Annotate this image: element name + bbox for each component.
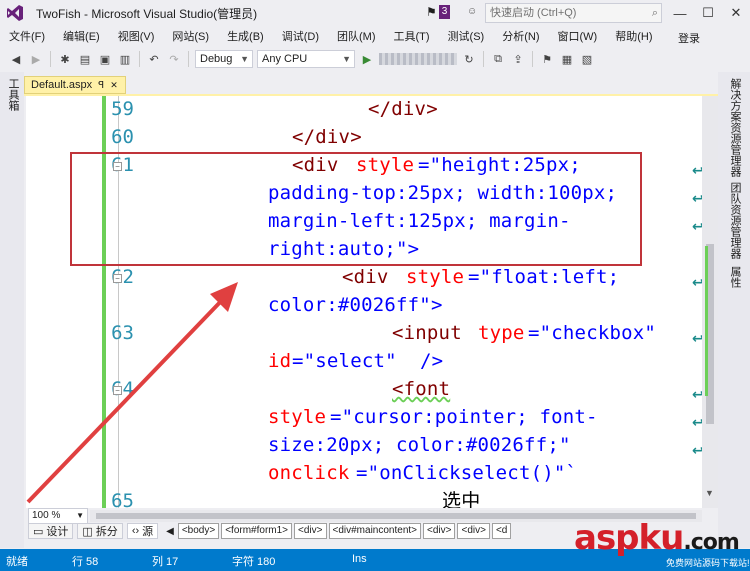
- scrollbar-change-marker: [705, 246, 708, 396]
- login-link[interactable]: 登录: [678, 30, 700, 46]
- solution-explorer-tab[interactable]: 解决方案资源管理器: [727, 78, 743, 177]
- watermark-brand: aspku: [574, 518, 684, 558]
- minimize-button[interactable]: —: [666, 0, 694, 26]
- toolbar-separator: [139, 51, 140, 67]
- title-bar: TwoFish - Microsoft Visual Studio(管理员) ⚑…: [0, 0, 750, 26]
- annotation-arrow: [26, 282, 238, 504]
- chevron-down-icon: ▼: [240, 54, 249, 64]
- breadcrumb-item[interactable]: <div>: [423, 523, 456, 539]
- notifications[interactable]: ⚑ 3: [426, 5, 451, 19]
- start-debugging-icon[interactable]: ▶: [359, 51, 375, 67]
- browser-link-icon[interactable]: ⧉: [490, 51, 506, 67]
- save-icon[interactable]: ▣: [97, 51, 113, 67]
- design-view-button[interactable]: ▭ 设计: [28, 523, 74, 539]
- platform-value: Any CPU: [262, 53, 308, 65]
- menu-bar: 文件(F) 编辑(E) 视图(V) 网站(S) 生成(B) 调试(D) 团队(M…: [0, 26, 750, 46]
- save-all-icon[interactable]: ▥: [117, 51, 133, 67]
- menu-tools[interactable]: 工具(T): [385, 28, 439, 44]
- maximize-button[interactable]: ☐: [694, 0, 722, 26]
- source-icon: ‹›: [131, 525, 140, 537]
- breadcrumb-item[interactable]: <body>: [177, 523, 220, 539]
- left-tool-strip: 工具箱: [0, 72, 24, 548]
- toolbar-separator: [483, 51, 484, 67]
- status-line: 行 58: [72, 556, 99, 568]
- refresh-icon[interactable]: ↻: [461, 51, 477, 67]
- tab-default-aspx[interactable]: Default.aspx ꟼ ✕: [24, 76, 126, 94]
- scroll-down-icon[interactable]: ▼: [705, 488, 714, 498]
- open-file-icon[interactable]: ▤: [77, 51, 93, 67]
- comment-icon[interactable]: ▦: [559, 51, 575, 67]
- menu-team[interactable]: 团队(M): [328, 28, 385, 44]
- undo-icon[interactable]: ↶: [146, 51, 162, 67]
- breadcrumb-item[interactable]: <d: [491, 523, 512, 539]
- quick-launch-placeholder: 快速启动 (Ctrl+Q): [490, 7, 577, 19]
- watermark-logo: aspku.com: [574, 518, 740, 558]
- window-title: TwoFish - Microsoft Visual Studio(管理员): [36, 6, 258, 21]
- watermark-tld: .com: [683, 530, 739, 555]
- close-button[interactable]: ✕: [722, 0, 750, 26]
- breadcrumb-item[interactable]: <div#maincontent>: [328, 523, 422, 539]
- feedback-icon[interactable]: ☺: [467, 6, 477, 17]
- browser-target-blurred[interactable]: [379, 53, 457, 65]
- menu-analyze[interactable]: 分析(N): [493, 28, 548, 44]
- platform-select[interactable]: Any CPU ▼: [257, 50, 355, 68]
- split-view-button[interactable]: ◫ 拆分: [77, 523, 123, 539]
- split-label: 拆分: [95, 526, 118, 538]
- navigate-forward-icon[interactable]: ▶: [28, 51, 44, 67]
- status-column: 列 17: [152, 556, 179, 568]
- breadcrumb-item[interactable]: <div>: [457, 523, 490, 539]
- properties-tab[interactable]: 属性: [727, 266, 743, 288]
- design-label: 设计: [46, 526, 69, 538]
- toolbar-separator: [532, 51, 533, 67]
- toolbar-separator: [188, 51, 189, 67]
- split-icon: ◫: [82, 525, 93, 538]
- watermark-subtitle: 免费网站源码下载站!: [666, 558, 750, 568]
- search-icon: ⌕: [651, 7, 658, 19]
- navigate-back-icon[interactable]: ◀: [8, 51, 24, 67]
- menu-test[interactable]: 测试(S): [439, 28, 494, 44]
- notification-badge: 3: [438, 5, 451, 19]
- close-icon[interactable]: ✕: [110, 80, 118, 91]
- menu-file[interactable]: 文件(F): [0, 28, 54, 44]
- new-project-icon[interactable]: ✱: [57, 51, 73, 67]
- right-tool-strip: 解决方案资源管理器 团队资源管理器 属性: [718, 72, 750, 548]
- uncomment-icon[interactable]: ▧: [579, 51, 595, 67]
- status-char: 字符 180: [232, 556, 276, 568]
- redo-icon[interactable]: ↷: [166, 51, 182, 67]
- standard-toolbar: ◀ ▶ ✱ ▤ ▣ ▥ ↶ ↷ Debug ▼ Any CPU ▼ ▶ ↻ ⧉ …: [0, 47, 750, 71]
- design-icon: ▭: [33, 525, 44, 538]
- publish-icon[interactable]: ⇪: [510, 51, 526, 67]
- bookmark-icon[interactable]: ⚑: [539, 51, 555, 67]
- breadcrumb-left-icon[interactable]: ◀: [166, 526, 174, 537]
- menu-edit[interactable]: 编辑(E): [54, 28, 109, 44]
- breadcrumb-item[interactable]: <div>: [294, 523, 327, 539]
- configuration-select[interactable]: Debug ▼: [195, 50, 253, 68]
- team-explorer-tab[interactable]: 团队资源管理器: [727, 182, 743, 259]
- breadcrumb: <body> <form#form1> <div> <div#mainconte…: [177, 523, 512, 539]
- menu-build[interactable]: 生成(B): [218, 28, 273, 44]
- menu-website[interactable]: 网站(S): [163, 28, 218, 44]
- pin-icon[interactable]: ꟼ: [98, 80, 104, 91]
- quick-launch-input[interactable]: 快速启动 (Ctrl+Q) ⌕: [485, 3, 662, 23]
- zoom-value: 100 %: [32, 510, 61, 521]
- watermark: aspku.com 免费网站源码下载站!: [574, 518, 750, 568]
- vertical-scrollbar[interactable]: ▼: [702, 96, 718, 508]
- breadcrumb-item[interactable]: <form#form1>: [221, 523, 293, 539]
- chevron-down-icon: ▼: [342, 54, 351, 64]
- menu-debug[interactable]: 调试(D): [273, 28, 328, 44]
- code-editor[interactable]: 59 60 61 62 63 64 65 − − − </div> </div>…: [26, 96, 702, 508]
- toolbox-tab[interactable]: 工具箱: [5, 78, 21, 111]
- flag-icon: ⚑: [426, 5, 437, 19]
- source-view-button[interactable]: ‹› 源: [126, 523, 159, 539]
- visual-studio-logo-icon: [0, 0, 30, 26]
- source-label: 源: [142, 526, 154, 538]
- menu-help[interactable]: 帮助(H): [606, 28, 661, 44]
- status-insert-mode: Ins: [352, 553, 367, 565]
- menu-view[interactable]: 视图(V): [109, 28, 164, 44]
- configuration-value: Debug: [200, 53, 233, 65]
- menu-window[interactable]: 窗口(W): [549, 28, 607, 44]
- status-ready: 就绪: [6, 556, 28, 568]
- tab-label: Default.aspx: [31, 79, 93, 91]
- toolbar-separator: [50, 51, 51, 67]
